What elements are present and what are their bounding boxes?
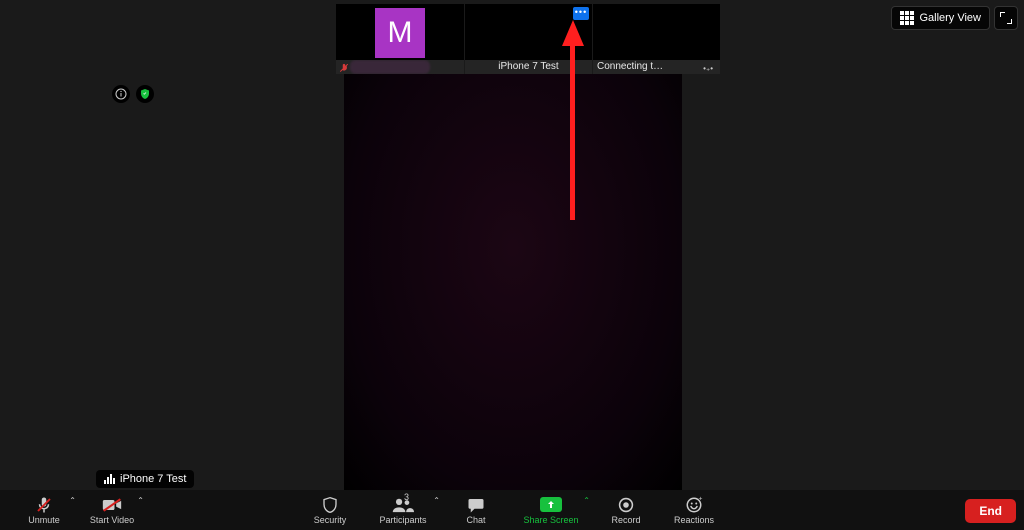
security-label: Security	[314, 515, 347, 525]
participant-thumbnail[interactable]: Connecting t… •₊•	[592, 4, 720, 74]
meeting-toolbar: Unmute ⌃ Start Video ⌃ Security 3 Partic…	[0, 490, 1024, 530]
participant-thumbnail[interactable]: iPhone 7 Test •••	[464, 4, 592, 74]
security-button[interactable]: Security	[296, 490, 364, 530]
reactions-icon: +	[685, 496, 703, 514]
chat-label: Chat	[466, 515, 485, 525]
video-preview	[510, 12, 548, 57]
unmute-label: Unmute	[28, 515, 60, 525]
mic-muted-icon	[339, 63, 349, 73]
thumbnail-options-button[interactable]: •••	[573, 7, 589, 20]
reactions-button[interactable]: + Reactions	[660, 490, 728, 530]
participant-name: Connecting t…	[593, 60, 720, 74]
video-off-icon	[102, 496, 122, 514]
fullscreen-button[interactable]	[994, 6, 1018, 30]
thumbnail-strip: M iPhone 7 Test ••• Connecting t… •₊•	[336, 4, 720, 74]
reactions-label: Reactions	[674, 515, 714, 525]
start-video-button[interactable]: Start Video ⌃	[78, 490, 146, 530]
meeting-badges	[112, 85, 154, 103]
signal-bars-icon	[104, 474, 115, 484]
video-menu-chevron[interactable]: ⌃	[133, 494, 148, 507]
participant-name: iPhone 7 Test	[465, 60, 592, 74]
chat-button[interactable]: Chat	[442, 490, 510, 530]
share-screen-button[interactable]: Share Screen ⌃	[510, 490, 592, 530]
participants-icon	[392, 496, 414, 514]
gallery-view-label: Gallery View	[919, 12, 981, 24]
encryption-shield-icon[interactable]	[136, 85, 154, 103]
gallery-view-button[interactable]: Gallery View	[891, 6, 990, 30]
svg-text:+: +	[699, 496, 703, 503]
participants-label: Participants	[379, 515, 426, 525]
avatar-initial: M	[375, 8, 425, 58]
record-icon	[618, 496, 634, 514]
participants-count: 3	[404, 492, 409, 502]
chat-icon	[467, 496, 485, 514]
fullscreen-icon	[1000, 12, 1012, 24]
participant-name-redacted	[350, 60, 430, 74]
mic-muted-icon	[35, 496, 53, 514]
unmute-button[interactable]: Unmute ⌃	[10, 490, 78, 530]
share-screen-icon	[540, 497, 562, 512]
participants-button[interactable]: 3 Participants ⌃	[364, 490, 442, 530]
grid-icon	[900, 11, 914, 25]
participant-thumbnail[interactable]: M	[336, 4, 464, 74]
record-button[interactable]: Record	[592, 490, 660, 530]
end-meeting-button[interactable]: End	[965, 499, 1016, 523]
video-preview	[638, 12, 676, 57]
shield-icon	[322, 496, 338, 514]
audio-source-label: iPhone 7 Test	[120, 473, 186, 485]
audio-source-tooltip: iPhone 7 Test	[96, 470, 194, 488]
active-speaker-video	[344, 4, 682, 492]
start-video-label: Start Video	[90, 515, 134, 525]
connecting-spinner-icon: •₊•	[703, 64, 713, 73]
share-screen-label: Share Screen	[523, 515, 578, 525]
info-icon[interactable]	[112, 85, 130, 103]
record-label: Record	[611, 515, 640, 525]
